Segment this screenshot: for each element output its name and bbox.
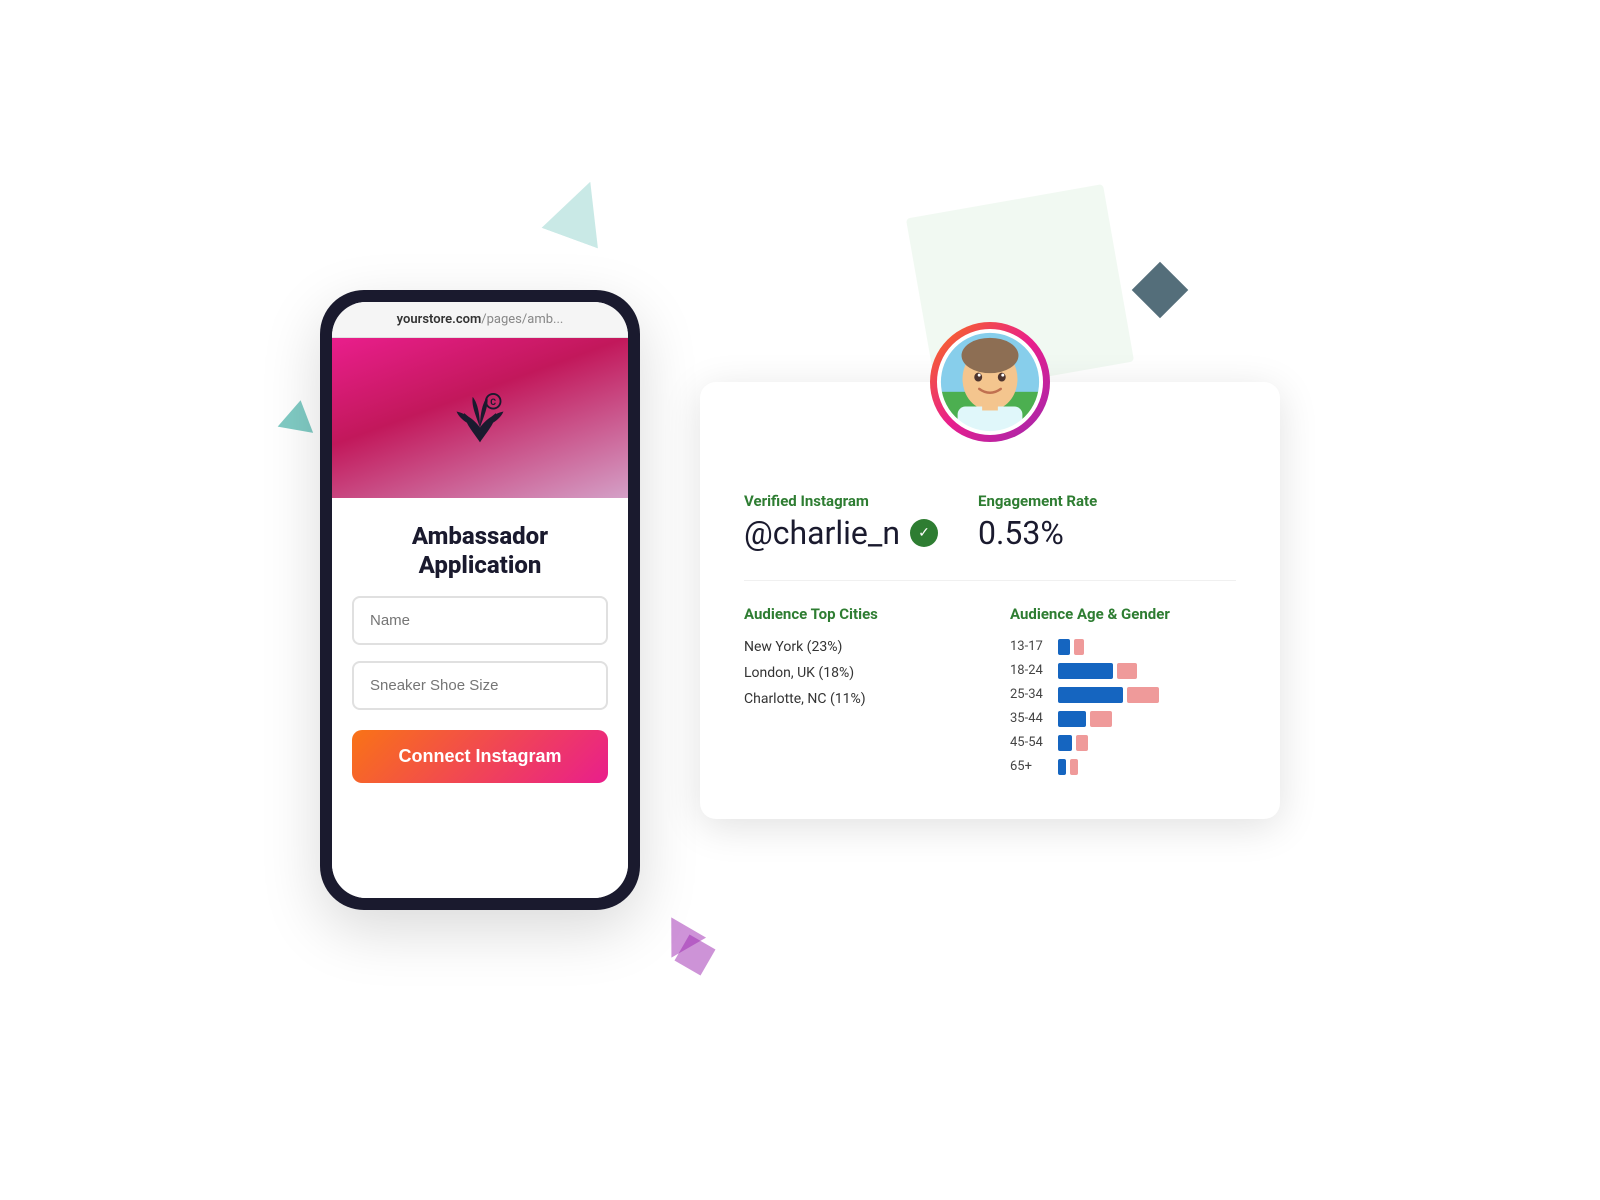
audience-row: Audience Top Cities New York (23%) London… <box>744 605 1236 775</box>
age-label: 13-17 <box>1010 639 1050 654</box>
bars-container <box>1058 687 1159 703</box>
instagram-handle: @charlie_n <box>744 514 900 552</box>
female-bar <box>1076 735 1088 751</box>
city-list: New York (23%) London, UK (18%) Charlotte,… <box>744 639 970 707</box>
male-bar <box>1058 687 1123 703</box>
list-item: London, UK (18%) <box>744 665 970 681</box>
deco-teal-arrow <box>278 397 319 433</box>
male-bar <box>1058 711 1086 727</box>
age-label: 25-34 <box>1010 687 1050 702</box>
instagram-handle-row: @charlie_n ✓ <box>744 514 938 552</box>
scene: yourstore.com/pages/amb... C <box>200 150 1400 1050</box>
female-bar <box>1127 687 1159 703</box>
instagram-label: Verified Instagram <box>744 492 938 510</box>
age-row: 13-17 <box>1010 639 1236 655</box>
avatar-ring <box>930 322 1050 442</box>
deco-teal-triangle <box>542 172 619 249</box>
age-row: 35-44 <box>1010 711 1236 727</box>
name-input[interactable] <box>352 596 608 645</box>
form-title: Ambassador Application <box>412 522 548 580</box>
list-item: Charlotte, NC (11%) <box>744 691 970 707</box>
male-bar <box>1058 759 1066 775</box>
age-label: 35-44 <box>1010 711 1050 726</box>
divider <box>744 580 1236 581</box>
bars-container <box>1058 663 1137 679</box>
url-bold: yourstore.com <box>397 312 482 327</box>
age-gender-header: Audience Age & Gender <box>1010 605 1236 623</box>
avatar-container <box>930 322 1050 442</box>
age-label: 65+ <box>1010 759 1050 774</box>
deco-dark-diamond <box>1132 262 1189 319</box>
cities-header: Audience Top Cities <box>744 605 970 623</box>
engagement-label: Engagement Rate <box>978 492 1097 510</box>
bars-container <box>1058 759 1078 775</box>
lotus-icon: C <box>450 391 510 446</box>
age-gender-column: Audience Age & Gender 13-17 18-24 25-34 35-… <box>1010 605 1236 775</box>
phone-url-bar: yourstore.com/pages/amb... <box>332 302 628 338</box>
engagement-value: 0.53% <box>978 514 1097 552</box>
avatar <box>936 328 1044 436</box>
url-light: /pages/amb... <box>481 312 563 327</box>
phone-content: Ambassador Application Connect Instagram <box>332 498 628 898</box>
instagram-stat: Verified Instagram @charlie_n ✓ <box>744 492 938 552</box>
brand-logo: C <box>450 391 510 446</box>
phone-hero: C <box>332 338 628 498</box>
deco-purple-arrow <box>654 907 706 957</box>
shoe-size-input[interactable] <box>352 661 608 710</box>
list-item: New York (23%) <box>744 639 970 655</box>
female-bar <box>1117 663 1137 679</box>
age-label: 45-54 <box>1010 735 1050 750</box>
age-label: 18-24 <box>1010 663 1050 678</box>
male-bar <box>1058 735 1072 751</box>
female-bar <box>1074 639 1084 655</box>
age-row: 45-54 <box>1010 735 1236 751</box>
female-bar <box>1090 711 1112 727</box>
bars-container <box>1058 711 1112 727</box>
influencer-card: Verified Instagram @charlie_n ✓ Engageme… <box>700 382 1280 819</box>
deco-purple-square <box>675 935 716 976</box>
age-gender-list: 13-17 18-24 25-34 35-44 45-54 65+ <box>1010 639 1236 775</box>
age-row: 65+ <box>1010 759 1236 775</box>
bars-container <box>1058 639 1084 655</box>
engagement-stat: Engagement Rate 0.53% <box>978 492 1097 552</box>
cities-column: Audience Top Cities New York (23%) London… <box>744 605 970 775</box>
bars-container <box>1058 735 1088 751</box>
male-bar <box>1058 639 1070 655</box>
verified-badge: ✓ <box>910 519 938 547</box>
age-row: 25-34 <box>1010 687 1236 703</box>
male-bar <box>1058 663 1113 679</box>
age-row: 18-24 <box>1010 663 1236 679</box>
phone-mockup: yourstore.com/pages/amb... C <box>320 290 640 910</box>
svg-text:C: C <box>490 397 496 407</box>
female-bar <box>1070 759 1078 775</box>
connect-instagram-button[interactable]: Connect Instagram <box>352 730 608 783</box>
stats-row: Verified Instagram @charlie_n ✓ Engageme… <box>744 492 1236 552</box>
